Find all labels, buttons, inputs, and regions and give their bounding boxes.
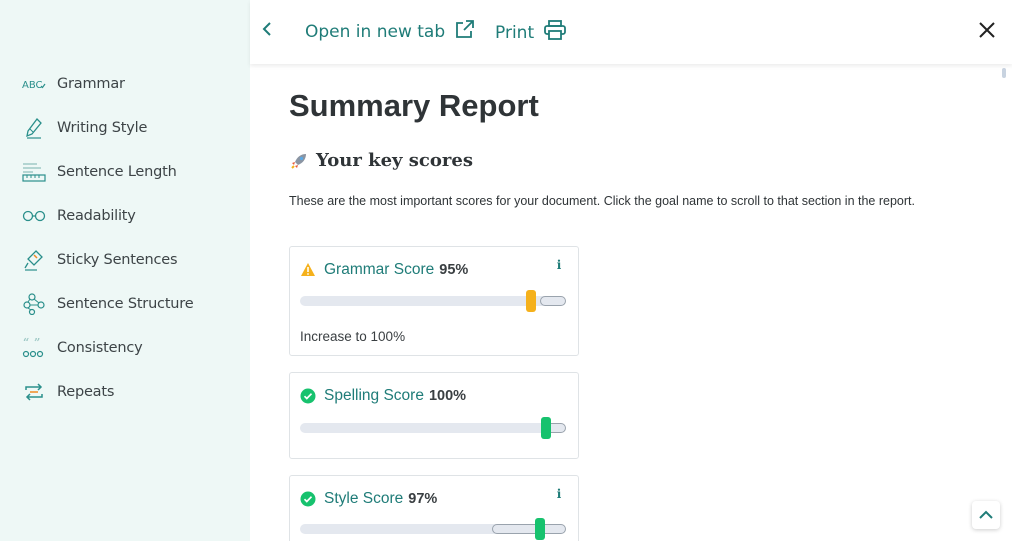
grammar-target-range bbox=[540, 296, 566, 306]
sidebar-item-label: Sticky Sentences bbox=[57, 252, 178, 268]
sidebar: ABC Grammar Writing Style Sentence Lengt… bbox=[0, 0, 250, 541]
close-button[interactable] bbox=[976, 21, 998, 43]
section-heading-text: Your key scores bbox=[316, 150, 473, 171]
check-circle-icon bbox=[300, 491, 316, 507]
external-link-icon bbox=[455, 20, 475, 44]
sidebar-item-sticky-sentences[interactable]: Sticky Sentences bbox=[0, 238, 250, 282]
style-score-bar bbox=[300, 518, 566, 540]
svg-text:”: ” bbox=[34, 337, 40, 349]
spelling-score-heading: Spelling Score 100% bbox=[300, 387, 466, 405]
scores-description: These are the most important scores for … bbox=[289, 194, 915, 208]
close-icon bbox=[979, 21, 995, 43]
pen-icon bbox=[22, 116, 46, 140]
sidebar-item-readability[interactable]: Readability bbox=[0, 194, 250, 238]
grammar-score-card: Grammar Score 95% i Increase to 100% bbox=[289, 246, 579, 356]
style-score-link[interactable]: Style Score bbox=[324, 490, 403, 508]
style-score-marker bbox=[535, 518, 545, 540]
print-label: Print bbox=[495, 22, 535, 43]
sidebar-nav: ABC Grammar Writing Style Sentence Lengt… bbox=[0, 62, 250, 414]
spelling-score-card: Spelling Score 100% bbox=[289, 372, 579, 459]
open-in-new-tab-link[interactable]: Open in new tab bbox=[305, 20, 475, 44]
sidebar-item-label: Writing Style bbox=[57, 120, 148, 136]
sidebar-item-repeats[interactable]: Repeats bbox=[0, 370, 250, 414]
sidebar-item-grammar[interactable]: ABC Grammar bbox=[0, 62, 250, 106]
scroll-to-top-button[interactable] bbox=[972, 501, 1000, 529]
repeat-icon bbox=[22, 380, 46, 404]
grammar-score-note: Increase to 100% bbox=[300, 329, 406, 344]
chevron-up-icon bbox=[979, 506, 993, 524]
quote-dots-icon: “” bbox=[22, 336, 46, 360]
spelling-score-value: 100% bbox=[428, 388, 467, 404]
svg-text:“: “ bbox=[23, 337, 29, 349]
chevron-left-icon bbox=[262, 21, 272, 42]
sidebar-item-label: Readability bbox=[57, 208, 136, 224]
grammar-score-bar bbox=[300, 290, 566, 312]
page-title: Summary Report bbox=[289, 88, 539, 123]
grammar-score-heading: Grammar Score 95% bbox=[300, 261, 468, 279]
scrollbar[interactable] bbox=[1002, 68, 1006, 78]
sidebar-item-label: Grammar bbox=[57, 76, 125, 92]
spelling-score-bar bbox=[300, 417, 566, 439]
info-icon[interactable]: i bbox=[552, 258, 566, 272]
back-button[interactable] bbox=[256, 19, 278, 43]
glue-icon bbox=[22, 248, 46, 272]
grammar-score-marker bbox=[526, 290, 536, 312]
info-icon[interactable]: i bbox=[552, 487, 566, 501]
grammar-score-value: 95% bbox=[439, 262, 469, 278]
warning-icon bbox=[300, 262, 316, 278]
sidebar-item-label: Sentence Structure bbox=[57, 296, 194, 312]
style-score-card: Style Score 97% i bbox=[289, 475, 579, 541]
style-score-value: 97% bbox=[408, 491, 438, 507]
report-content: Summary Report Your key scores These are… bbox=[250, 64, 1012, 541]
abc-icon: ABC bbox=[22, 72, 46, 96]
spelling-score-link[interactable]: Spelling Score bbox=[324, 387, 424, 405]
sidebar-item-label: Consistency bbox=[57, 340, 143, 356]
ruler-icon bbox=[22, 160, 46, 184]
sidebar-item-sentence-structure[interactable]: Sentence Structure bbox=[0, 282, 250, 326]
sidebar-item-consistency[interactable]: “” Consistency bbox=[0, 326, 250, 370]
style-score-heading: Style Score 97% bbox=[300, 490, 437, 508]
printer-icon bbox=[544, 20, 567, 45]
spelling-score-marker bbox=[541, 417, 551, 439]
svg-text:ABC: ABC bbox=[22, 80, 43, 91]
report-header: Open in new tab Print bbox=[250, 0, 1012, 64]
style-target-range bbox=[492, 524, 566, 534]
grammar-score-link[interactable]: Grammar Score bbox=[324, 261, 434, 279]
section-heading: Your key scores bbox=[290, 150, 473, 171]
sidebar-item-sentence-length[interactable]: Sentence Length bbox=[0, 150, 250, 194]
structure-icon bbox=[22, 292, 46, 316]
sidebar-item-writing-style[interactable]: Writing Style bbox=[0, 106, 250, 150]
glasses-icon bbox=[22, 204, 46, 228]
rocket-icon bbox=[290, 152, 308, 170]
sidebar-item-label: Sentence Length bbox=[57, 164, 177, 180]
print-button[interactable]: Print bbox=[495, 20, 567, 45]
sidebar-item-label: Repeats bbox=[57, 384, 115, 400]
check-circle-icon bbox=[300, 388, 316, 404]
open-in-new-tab-label: Open in new tab bbox=[305, 22, 446, 42]
